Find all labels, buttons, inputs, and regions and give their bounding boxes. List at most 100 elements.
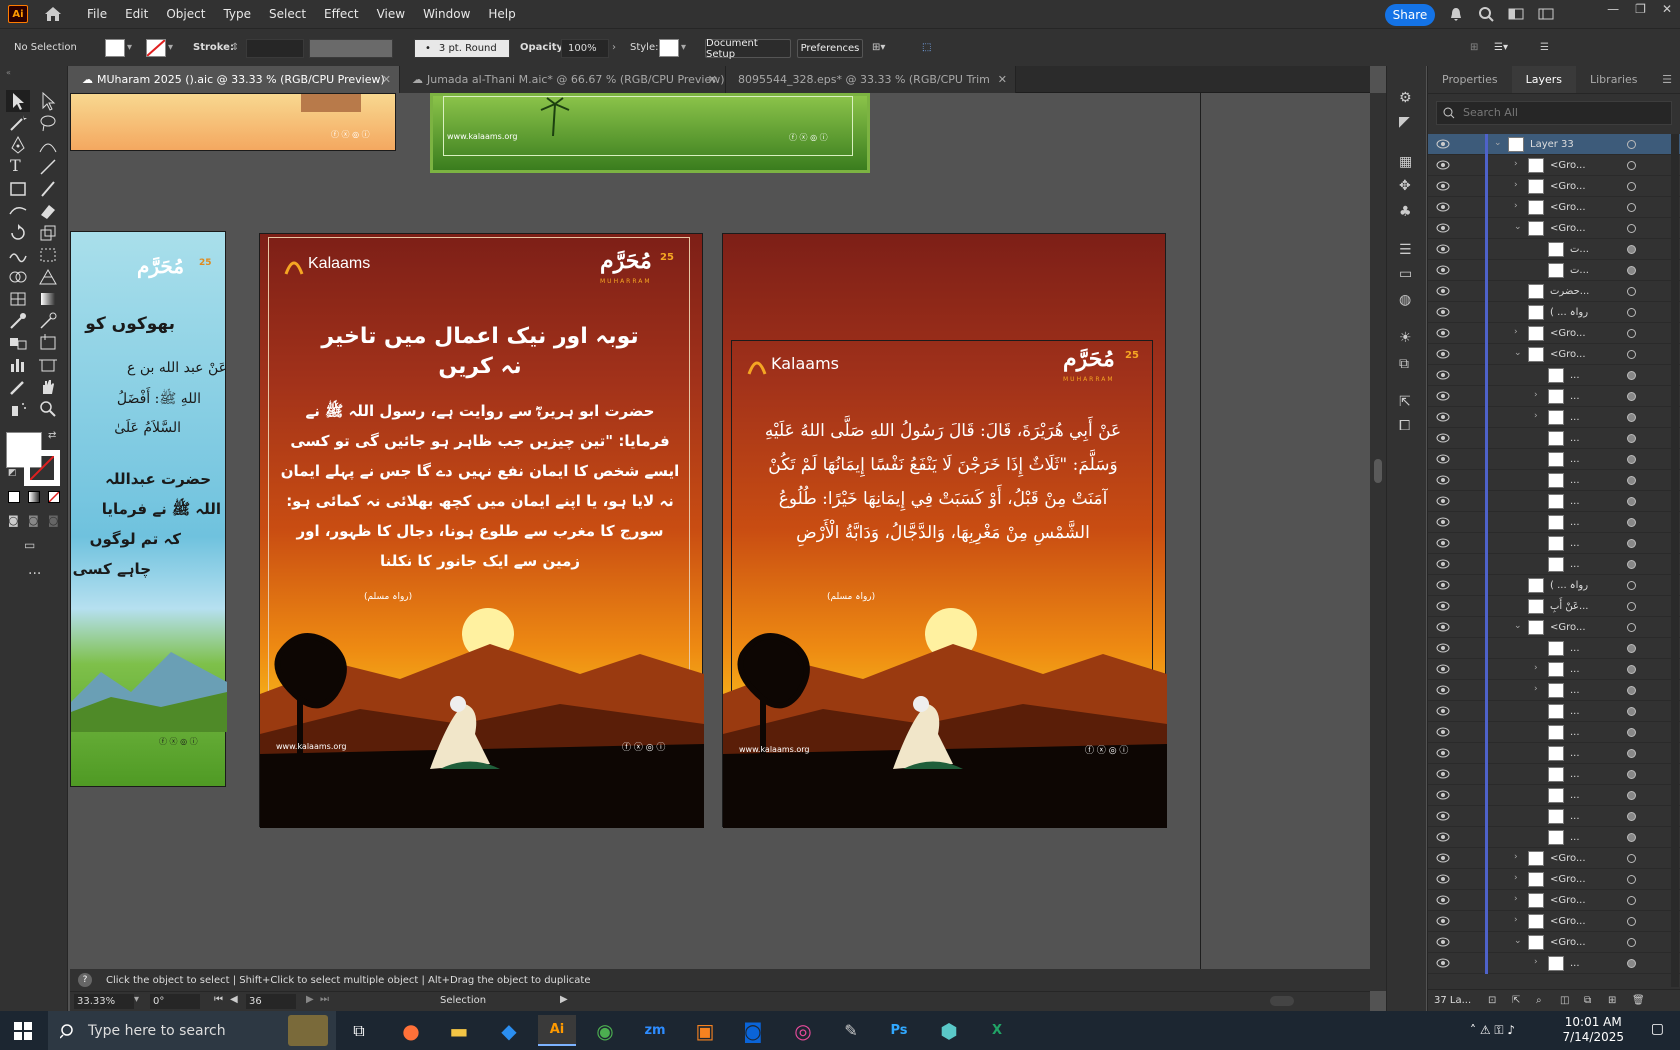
visibility-eye-icon[interactable]: [1436, 916, 1450, 926]
system-tray-icons[interactable]: ˄ ⚠ ⚿ ♪: [1470, 1023, 1515, 1038]
layers-scrollbar[interactable]: [1671, 134, 1679, 987]
transparency-panel-icon[interactable]: ◍: [1399, 292, 1411, 308]
layer-row[interactable]: ...: [1428, 701, 1680, 722]
target-circle-icon[interactable]: [1627, 392, 1636, 401]
layer-name[interactable]: ...: [1570, 449, 1580, 470]
task-view-icon[interactable]: ⧉: [340, 1015, 378, 1046]
make-clipping-mask-icon[interactable]: ◫: [1560, 990, 1569, 1012]
new-sublayer-icon[interactable]: ⧉: [1584, 990, 1591, 1012]
layer-row[interactable]: ...: [1428, 533, 1680, 554]
collect-export-icon[interactable]: ⇱: [1512, 990, 1520, 1012]
tab-properties[interactable]: Properties: [1428, 66, 1512, 93]
visibility-eye-icon[interactable]: [1436, 139, 1450, 149]
menu-effect[interactable]: Effect: [315, 0, 368, 28]
selection-tool-icon[interactable]: [6, 90, 30, 112]
menu-window[interactable]: Window: [414, 0, 479, 28]
layer-name[interactable]: <Gro...: [1550, 155, 1586, 176]
appearance-panel-icon[interactable]: ☀: [1399, 330, 1412, 346]
layer-row[interactable]: › <Gro...: [1428, 197, 1680, 218]
menu-edit[interactable]: Edit: [116, 0, 157, 28]
collapse-toolbox-icon[interactable]: «: [6, 68, 11, 77]
expand-chevron-icon[interactable]: ›: [1534, 411, 1544, 423]
visibility-eye-icon[interactable]: [1436, 832, 1450, 842]
target-circle-icon[interactable]: [1627, 581, 1636, 590]
paintbrush-tool-icon[interactable]: [36, 178, 60, 200]
visibility-eye-icon[interactable]: [1436, 223, 1450, 233]
scroll-thumb[interactable]: [1374, 459, 1382, 483]
artboard-top-green[interactable]: www.kalaams.org ⓕ ⓧ ◎ ⓘ: [430, 93, 870, 173]
pen-app-icon[interactable]: ✎: [832, 1015, 870, 1046]
target-circle-icon[interactable]: [1627, 875, 1636, 884]
artboard-main-arabic[interactable]: Kalaams مُحَرَّم 25 MUHARRAM عَنْ أَبِي …: [722, 233, 1167, 828]
properties-toggle-icon[interactable]: ☰▾: [1494, 37, 1508, 59]
visibility-eye-icon[interactable]: [1436, 895, 1450, 905]
stroke-weight-field[interactable]: [246, 39, 304, 58]
layer-row[interactable]: ›...: [1428, 386, 1680, 407]
visibility-eye-icon[interactable]: [1436, 160, 1450, 170]
prev-artboard-icon[interactable]: ◀: [230, 994, 238, 1005]
tab-8095544-eps[interactable]: 8095544_328.eps* @ 33.33 % (RGB/CPU Trim…: [726, 66, 1016, 113]
outlook-icon[interactable]: ◙: [734, 1015, 772, 1046]
target-circle-icon[interactable]: [1627, 140, 1636, 149]
new-layer-icon[interactable]: ⊞: [1608, 990, 1616, 1012]
layer-name[interactable]: ...: [1570, 659, 1580, 680]
layer-row[interactable]: حضرت...: [1428, 281, 1680, 302]
search-icon[interactable]: [1478, 6, 1494, 22]
export-for-screens-icon[interactable]: ⊡: [1488, 990, 1496, 1012]
target-circle-icon[interactable]: [1627, 665, 1636, 674]
document-setup-button[interactable]: Document Setup: [705, 38, 791, 60]
layer-name[interactable]: ( ... رواہ: [1550, 302, 1588, 323]
layer-name[interactable]: ...: [1570, 806, 1580, 827]
target-circle-icon[interactable]: [1627, 896, 1636, 905]
layer-name[interactable]: <Gro...: [1550, 197, 1586, 218]
visibility-eye-icon[interactable]: [1436, 454, 1450, 464]
layer-row[interactable]: ›...: [1428, 953, 1680, 974]
artboard-top-left[interactable]: ⓕ ⓧ ◎ ⓘ: [70, 93, 396, 151]
visibility-eye-icon[interactable]: [1436, 496, 1450, 506]
visibility-eye-icon[interactable]: [1436, 874, 1450, 884]
layer-name[interactable]: ...: [1570, 953, 1580, 974]
collapse-chevron-icon[interactable]: ⌄: [1514, 348, 1524, 360]
layer-row[interactable]: ...: [1428, 365, 1680, 386]
artboard-left-blue[interactable]: مُحَرَّم 25 بھوکوں کو عَنْ عبد الله بن ع…: [70, 231, 227, 787]
layer-row[interactable]: › <Gro...: [1428, 155, 1680, 176]
close-icon[interactable]: ✕: [1662, 2, 1672, 16]
vscode-icon[interactable]: ◆: [490, 1015, 528, 1046]
draw-normal-icon[interactable]: ◙: [8, 514, 19, 527]
visibility-eye-icon[interactable]: [1436, 643, 1450, 653]
expand-chevron-icon[interactable]: ›: [1514, 915, 1524, 927]
minimize-icon[interactable]: —: [1607, 2, 1619, 16]
layer-row[interactable]: ...: [1428, 806, 1680, 827]
layer-row[interactable]: ...: [1428, 722, 1680, 743]
visibility-eye-icon[interactable]: [1436, 853, 1450, 863]
target-circle-icon[interactable]: [1627, 707, 1636, 716]
graphic-styles-icon[interactable]: ⧉: [1399, 356, 1409, 372]
layer-row[interactable]: ⌄ <Gro...: [1428, 932, 1680, 953]
layer-name[interactable]: <Gro...: [1550, 932, 1586, 953]
gradient-panel-icon[interactable]: ▭: [1399, 266, 1412, 282]
gradient-mode-icon[interactable]: [28, 491, 40, 503]
recolor-icon[interactable]: ⬚: [922, 37, 931, 59]
layer-name[interactable]: ...: [1570, 680, 1580, 701]
preferences-button[interactable]: Preferences: [797, 39, 863, 58]
layer-row[interactable]: ...: [1428, 449, 1680, 470]
target-circle-icon[interactable]: [1627, 224, 1636, 233]
target-circle-icon[interactable]: [1627, 266, 1636, 275]
panel-menu-icon[interactable]: ☰: [1654, 66, 1680, 93]
target-circle-icon[interactable]: [1627, 686, 1636, 695]
tab-libraries[interactable]: Libraries: [1576, 66, 1652, 93]
target-circle-icon[interactable]: [1627, 350, 1636, 359]
blend-tool-icon[interactable]: [6, 332, 30, 354]
arrange-icon[interactable]: [1538, 6, 1554, 22]
menu-help[interactable]: Help: [479, 0, 524, 28]
target-circle-icon[interactable]: [1627, 539, 1636, 548]
brushes-panel-icon[interactable]: ⚙: [1399, 90, 1412, 106]
target-circle-icon[interactable]: [1627, 728, 1636, 737]
club-symbols-icon[interactable]: ♣: [1399, 204, 1412, 220]
brush-definition-dropdown[interactable]: • 3 pt. Round: [414, 39, 510, 58]
layer-row[interactable]: ⌄ <Gro...: [1428, 344, 1680, 365]
opacity-field[interactable]: 100%: [561, 39, 609, 58]
tab-muharam-2025[interactable]: ☁ MUharam 2025 ().aic @ 33.33 % (RGB/CPU …: [70, 66, 400, 93]
layer-row[interactable]: ...: [1428, 428, 1680, 449]
hand-tool-icon[interactable]: [36, 376, 60, 398]
